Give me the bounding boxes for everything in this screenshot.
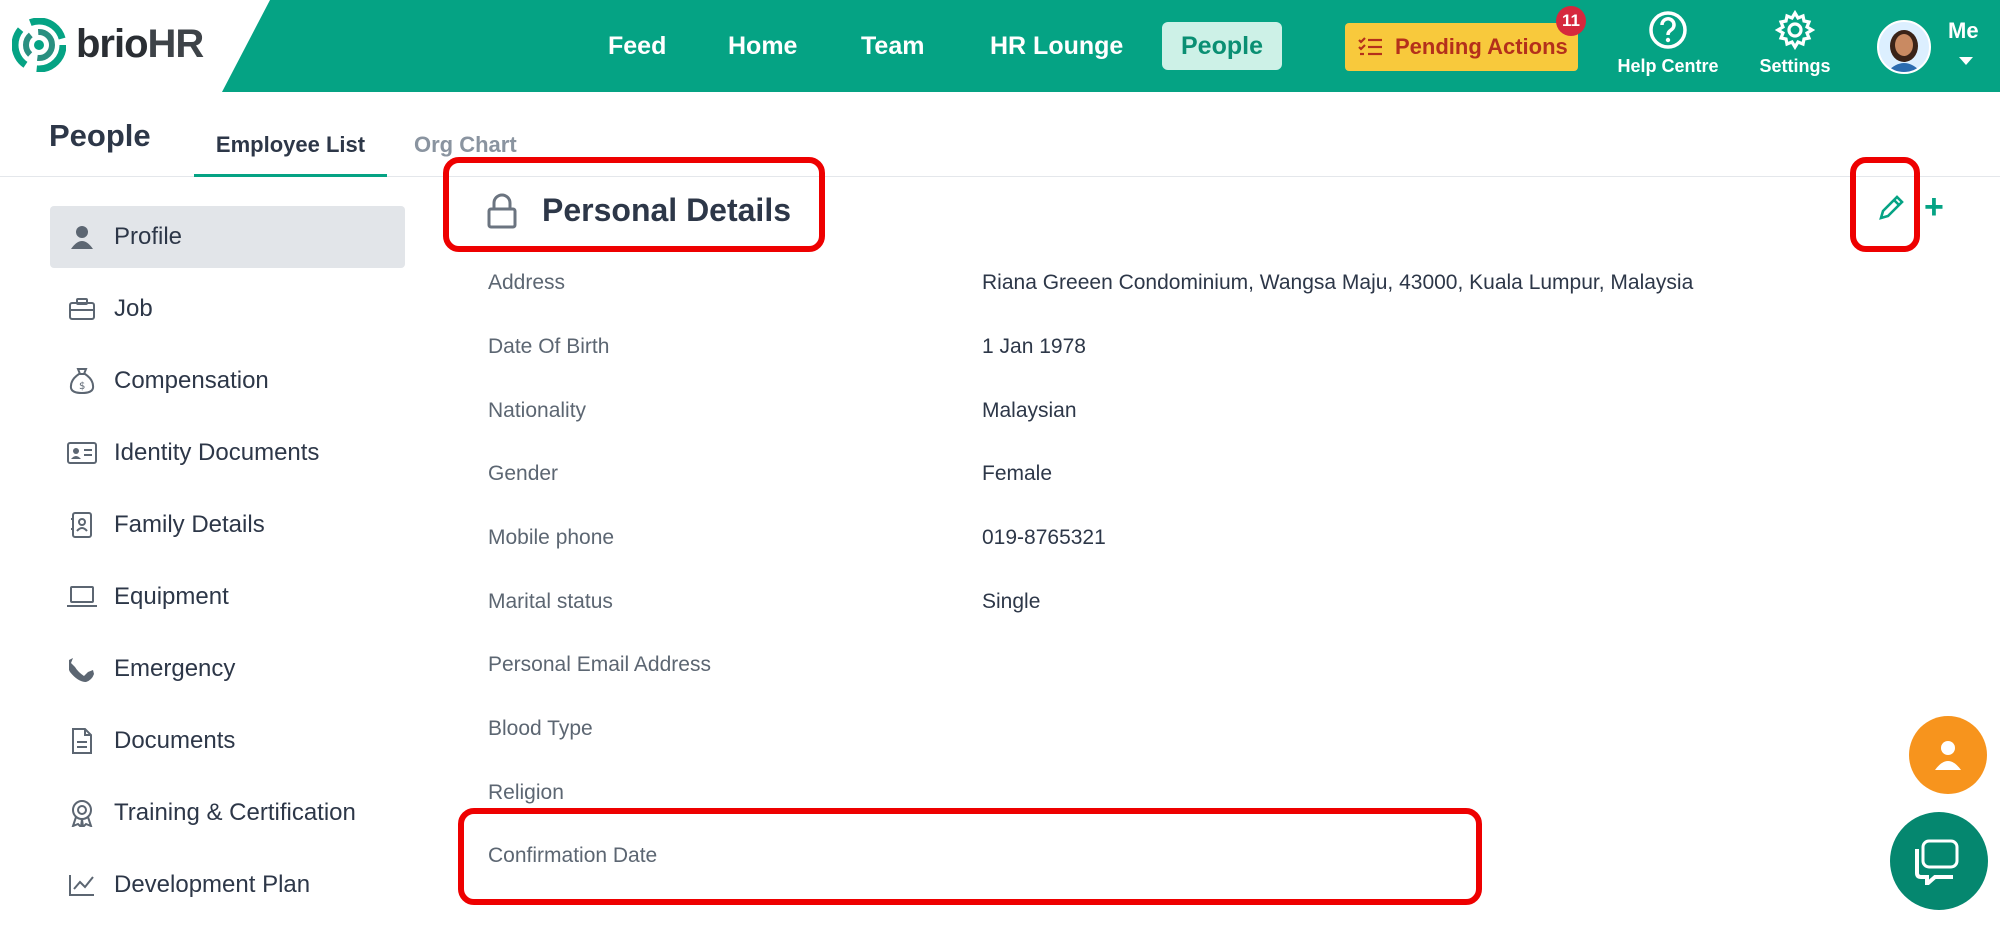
caret-down-icon[interactable] [1958,56,1974,66]
highlight-box-edit [1850,157,1920,252]
svg-text:$: $ [79,381,85,392]
sidebar-item-development-plan[interactable]: Development Plan [50,854,405,916]
brand-logo[interactable]: brioHR [0,0,270,92]
settings-label: Settings [1759,56,1831,76]
sidebar-item-profile[interactable]: Profile [50,206,405,268]
laptop-icon [66,581,98,613]
field-value-address: Riana Greeen Condominium, Wangsa Maju, 4… [982,271,1694,294]
help-centre-button[interactable]: Help Centre [1613,10,1723,80]
sidebar-item-training-certification[interactable]: Training & Certification [50,782,405,844]
sidebar-item-label: Job [114,295,153,322]
field-label-religion: Religion [488,781,564,804]
avatar-icon [1879,22,1929,72]
field-label-personal-email: Personal Email Address [488,653,711,676]
field-label-gender: Gender [488,462,559,485]
chat-icon [1915,839,1959,885]
field-label-marital-status: Marital status [488,590,613,613]
nav-people[interactable]: People [1162,22,1282,70]
sidebar-item-label: Training & Certification [114,799,356,826]
highlight-box-confirmation-date [458,808,1482,905]
sidebar-item-label: Family Details [114,511,265,538]
people-subheader: People Employee List Org Chart [0,92,2000,177]
field-value-mobile-phone: 019-8765321 [982,526,1106,549]
sidebar-item-compensation[interactable]: $ Compensation [50,350,405,412]
field-value-date-of-birth: 1 Jan 1978 [982,335,1086,358]
nav-home[interactable]: Home [709,22,816,70]
sidebar-item-job[interactable]: Job [50,278,405,340]
field-label-address: Address [488,271,566,294]
brand-name-suffix: HR [147,22,205,66]
field-value-marital-status: Single [982,590,1041,613]
sidebar-item-label: Equipment [114,583,229,610]
sidebar-item-identity-documents[interactable]: Identity Documents [50,422,405,484]
brio-logo-icon [12,18,66,72]
field-value-nationality: Malaysian [982,399,1077,422]
pending-count-badge: 11 [1556,6,1586,36]
pending-actions-label: Pending Actions [1395,34,1568,59]
sidebar-item-label: Profile [114,223,183,250]
field-label-blood-type: Blood Type [488,717,593,740]
settings-button[interactable]: Settings [1740,10,1850,80]
checklist-icon [1358,37,1382,56]
field-label-mobile-phone: Mobile phone [488,526,615,549]
help-icon [1649,11,1687,49]
nav-team[interactable]: Team [842,22,943,70]
money-bag-icon: $ [66,365,98,397]
add-icon[interactable]: + [1924,190,1944,224]
award-icon [66,797,98,829]
sidebar-item-label: Emergency [114,655,236,682]
pending-actions-button[interactable]: Pending Actions [1345,23,1578,71]
sidebar-item-label: Compensation [114,367,269,394]
tab-employee-list[interactable]: Employee List [194,132,387,177]
sidebar-item-emergency[interactable]: Emergency [50,638,405,700]
sidebar-item-label: Documents [114,727,236,754]
person-icon [1935,741,1961,770]
gear-icon [1775,10,1815,50]
brand-name-main: brio [76,22,149,66]
sidebar-item-label: Development Plan [114,871,311,898]
field-value-gender: Female [982,462,1053,485]
chat-fab-button[interactable] [1890,812,1988,910]
user-avatar[interactable] [1877,20,1931,74]
contact-book-icon [66,509,98,541]
help-centre-label: Help Centre [1617,56,1719,76]
sidebar-item-family-details[interactable]: Family Details [50,494,405,556]
phone-icon [66,653,98,685]
top-navigation-bar: brioHR Feed Home Team HR Lounge People P… [0,0,2000,92]
tab-org-chart[interactable]: Org Chart [414,132,517,158]
sidebar-item-documents[interactable]: Documents [50,710,405,772]
briefcase-icon [66,293,98,325]
field-label-nationality: Nationality [488,399,587,422]
highlight-box-section-title [443,157,825,252]
me-label[interactable]: Me [1948,18,1979,44]
nav-feed[interactable]: Feed [589,22,685,70]
sidebar-item-equipment[interactable]: Equipment [50,566,405,628]
id-card-icon [66,437,98,469]
document-icon [66,725,98,757]
profile-fab-button[interactable] [1909,716,1987,794]
field-label-date-of-birth: Date Of Birth [488,335,610,358]
page-title: People [49,118,151,153]
sidebar-item-label: Identity Documents [114,439,320,466]
person-icon [66,221,98,253]
brand-name: brioHR [76,22,205,67]
chart-line-icon [66,869,98,901]
nav-hr-lounge[interactable]: HR Lounge [971,22,1142,70]
